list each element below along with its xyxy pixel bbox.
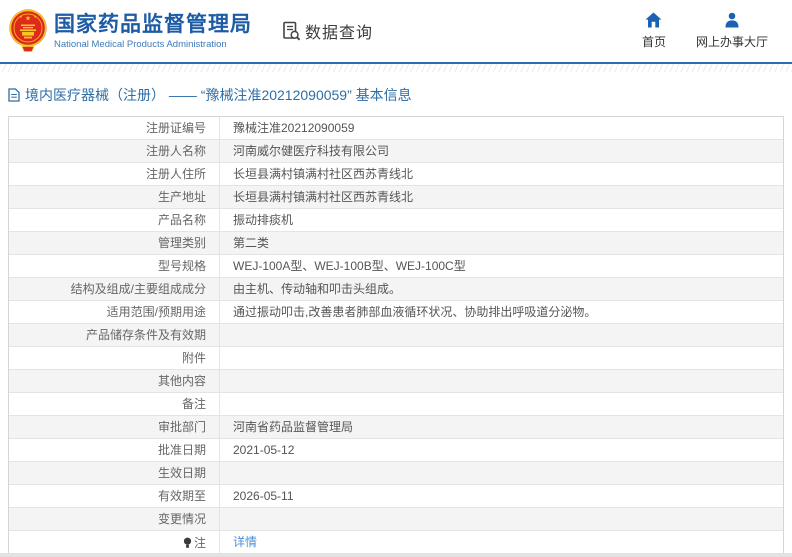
nav-home[interactable]: 首页 (642, 12, 666, 50)
table-row: 生产地址 长垣县满村镇满村社区西苏青线北 (9, 186, 783, 209)
row-value: WEJ-100A型、WEJ-100B型、WEJ-100C型 (220, 255, 783, 277)
page-title-text: 境内医疗器械（注册） —— “豫械注准20212090059” 基本信息 (25, 85, 412, 105)
registration-info-table: 注册证编号 豫械注准20212090059 注册人名称 河南威尔健医疗科技有限公… (8, 116, 784, 555)
document-icon (8, 88, 20, 102)
table-row: 结构及组成/主要组成成分 由主机、传动轴和叩击头组成。 (9, 278, 783, 301)
row-value: 振动排痰机 (220, 209, 783, 231)
details-link[interactable]: 详情 (233, 535, 257, 549)
table-row: 型号规格 WEJ-100A型、WEJ-100B型、WEJ-100C型 (9, 255, 783, 278)
table-row: 适用范围/预期用途 通过振动叩击,改善患者肺部血液循环状况、协助排出呼吸道分泌物… (9, 301, 783, 324)
row-label: 型号规格 (9, 255, 220, 277)
row-value: 第二类 (220, 232, 783, 254)
doc-search-icon (282, 21, 301, 41)
agency-title: 国家药品监督管理局 (54, 13, 252, 37)
footer-band (0, 553, 792, 557)
row-value: 长垣县满村镇满村社区西苏青线北 (220, 163, 783, 185)
row-label: 注 (9, 531, 220, 554)
row-value (220, 347, 783, 369)
row-value (220, 508, 783, 530)
row-value: 通过振动叩击,改善患者肺部血液循环状况、协助排出呼吸道分泌物。 (220, 301, 783, 323)
stripe-band (0, 64, 792, 72)
row-value: 河南威尔健医疗科技有限公司 (220, 140, 783, 162)
table-row: 产品名称 振动排痰机 (9, 209, 783, 232)
row-label: 审批部门 (9, 416, 220, 438)
row-label: 注册人住所 (9, 163, 220, 185)
row-value (220, 370, 783, 392)
table-row: 附件 (9, 347, 783, 370)
row-value: 2026-05-11 (220, 485, 783, 507)
table-row: 注册人住所 长垣县满村镇满村社区西苏青线北 (9, 163, 783, 186)
table-row: 管理类别 第二类 (9, 232, 783, 255)
top-nav: 首页 网上办事大厅 (642, 12, 768, 50)
row-label: 附件 (9, 347, 220, 369)
table-row-note: 注 详情 (9, 531, 783, 554)
row-label: 备注 (9, 393, 220, 415)
row-label: 产品储存条件及有效期 (9, 324, 220, 346)
national-emblem-logo: ★ ★ ★ (8, 8, 48, 54)
table-row: 备注 (9, 393, 783, 416)
table-row: 生效日期 (9, 462, 783, 485)
row-label: 有效期至 (9, 485, 220, 507)
site-header: ★ ★ ★ 国家药品监督管理局 National Medical Product… (0, 0, 792, 62)
agency-subtitle: National Medical Products Administration (54, 39, 252, 50)
brand: ★ ★ ★ 国家药品监督管理局 National Medical Product… (8, 8, 252, 54)
svg-text:★: ★ (25, 15, 31, 23)
nav-home-label: 首页 (642, 33, 666, 50)
row-label-text: 注 (194, 532, 206, 554)
row-value (220, 324, 783, 346)
table-row: 审批部门 河南省药品监督管理局 (9, 416, 783, 439)
table-row: 批准日期 2021-05-12 (9, 439, 783, 462)
row-label: 产品名称 (9, 209, 220, 231)
table-row: 产品储存条件及有效期 (9, 324, 783, 347)
row-value: 河南省药品监督管理局 (220, 416, 783, 438)
row-label: 注册证编号 (9, 117, 220, 139)
table-row: 其他内容 (9, 370, 783, 393)
nav-service-hall-label: 网上办事大厅 (696, 33, 768, 50)
page-title: 境内医疗器械（注册） —— “豫械注准20212090059” 基本信息 (0, 72, 792, 116)
table-row: 变更情况 (9, 508, 783, 531)
person-icon (724, 12, 740, 28)
table-row: 注册人名称 河南威尔健医疗科技有限公司 (9, 140, 783, 163)
data-query-tab[interactable]: 数据查询 (282, 19, 373, 43)
row-label: 管理类别 (9, 232, 220, 254)
row-label: 变更情况 (9, 508, 220, 530)
row-value: 2021-05-12 (220, 439, 783, 461)
data-query-label: 数据查询 (305, 19, 373, 43)
svg-text:★: ★ (33, 15, 36, 19)
row-value: 详情 (220, 531, 783, 554)
home-icon (645, 12, 662, 28)
note-icon (183, 537, 192, 549)
row-label: 适用范围/预期用途 (9, 301, 220, 323)
table-row: 有效期至 2026-05-11 (9, 485, 783, 508)
row-value: 长垣县满村镇满村社区西苏青线北 (220, 186, 783, 208)
brand-text: 国家药品监督管理局 National Medical Products Admi… (54, 13, 252, 50)
row-value: 豫械注准20212090059 (220, 117, 783, 139)
row-label: 其他内容 (9, 370, 220, 392)
row-value (220, 393, 783, 415)
row-value (220, 462, 783, 484)
row-label: 生产地址 (9, 186, 220, 208)
table-row: 注册证编号 豫械注准20212090059 (9, 117, 783, 140)
row-label: 生效日期 (9, 462, 220, 484)
row-value: 由主机、传动轴和叩击头组成。 (220, 278, 783, 300)
row-label: 结构及组成/主要组成成分 (9, 278, 220, 300)
svg-text:★: ★ (19, 15, 22, 19)
row-label: 注册人名称 (9, 140, 220, 162)
row-label: 批准日期 (9, 439, 220, 461)
nav-service-hall[interactable]: 网上办事大厅 (696, 12, 768, 50)
